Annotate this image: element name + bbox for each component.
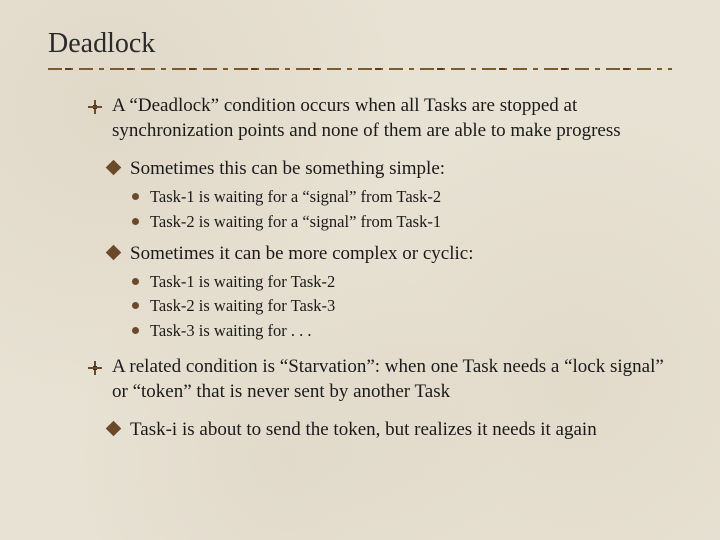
bullet-level3: Task-1 is waiting for a “signal” from Ta…	[132, 186, 672, 207]
bullet-level2: Sometimes it can be more complex or cycl…	[108, 242, 672, 267]
diamond-icon	[106, 245, 122, 261]
page-title: Deadlock	[48, 28, 672, 60]
dot-icon	[132, 218, 139, 225]
bullet-text: Task-3 is waiting for . . .	[150, 321, 312, 340]
list-item: A “Deadlock” condition occurs when all T…	[88, 94, 672, 341]
bullet-text: Task-1 is waiting for a “signal” from Ta…	[150, 187, 441, 206]
bullet-text: Task-i is about to send the token, but r…	[130, 419, 597, 440]
cross-icon	[88, 97, 102, 111]
bullet-level3: Task-3 is waiting for . . .	[132, 320, 672, 341]
title-divider	[48, 66, 672, 72]
diamond-icon	[106, 421, 122, 437]
diamond-icon	[106, 160, 122, 176]
dot-icon	[132, 278, 139, 285]
dot-icon	[132, 302, 139, 309]
content-body: A “Deadlock” condition occurs when all T…	[88, 94, 672, 443]
bullet-text: Sometimes this can be something simple:	[130, 158, 445, 179]
bullet-text: A related condition is “Starvation”: whe…	[112, 356, 664, 402]
bullet-level1: A “Deadlock” condition occurs when all T…	[88, 94, 672, 143]
bullet-text: Task-2 is waiting for a “signal” from Ta…	[150, 212, 441, 231]
cross-icon	[88, 358, 102, 372]
bullet-level3: Task-2 is waiting for a “signal” from Ta…	[132, 211, 672, 232]
bullet-level3: Task-2 is waiting for Task-3	[132, 295, 672, 316]
dot-icon	[132, 193, 139, 200]
list-item: A related condition is “Starvation”: whe…	[88, 355, 672, 443]
bullet-level3: Task-1 is waiting for Task-2	[132, 271, 672, 292]
bullet-level2: Sometimes this can be something simple:	[108, 157, 672, 182]
bullet-level1: A related condition is “Starvation”: whe…	[88, 355, 672, 404]
bullet-text: Task-1 is waiting for Task-2	[150, 272, 335, 291]
bullet-text: Task-2 is waiting for Task-3	[150, 296, 335, 315]
bullet-text: Sometimes it can be more complex or cycl…	[130, 243, 473, 264]
dot-icon	[132, 327, 139, 334]
bullet-level2: Task-i is about to send the token, but r…	[108, 418, 672, 443]
slide: Deadlock A “Deadlock” condition occurs w…	[0, 0, 720, 477]
bullet-text: A “Deadlock” condition occurs when all T…	[112, 95, 621, 141]
